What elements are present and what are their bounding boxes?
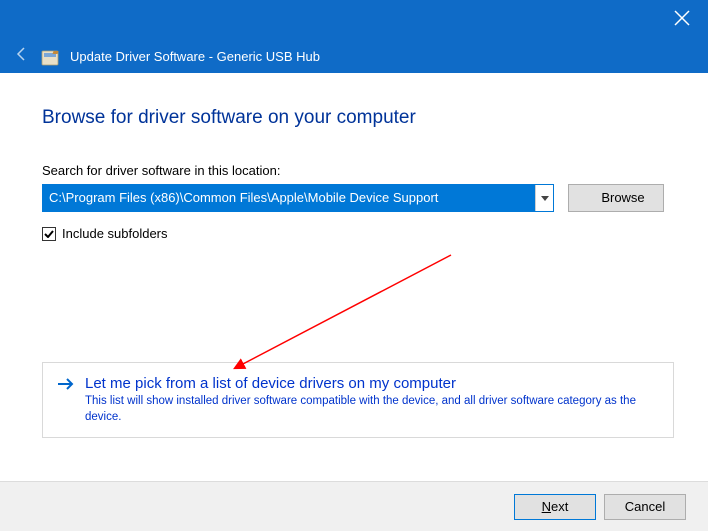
pick-from-list-option[interactable]: Let me pick from a list of device driver… [42, 362, 674, 438]
back-button[interactable] [14, 46, 30, 67]
search-location-label: Search for driver software in this locat… [42, 163, 666, 178]
browse-button[interactable]: Browse [568, 184, 664, 212]
path-combobox[interactable]: C:\Program Files (x86)\Common Files\Appl… [42, 184, 554, 212]
footer: Next Cancel [0, 481, 708, 531]
header-title: Update Driver Software - Generic USB Hub [70, 49, 320, 64]
include-subfolders-row[interactable]: Include subfolders [42, 226, 666, 241]
next-button[interactable]: Next [514, 494, 596, 520]
close-button[interactable] [674, 10, 690, 31]
page-title: Browse for driver software on your compu… [42, 107, 666, 129]
annotation-arrow [226, 250, 456, 380]
path-value[interactable]: C:\Program Files (x86)\Common Files\Appl… [43, 185, 535, 211]
path-row: C:\Program Files (x86)\Common Files\Appl… [42, 184, 666, 212]
next-button-rest: ext [551, 499, 568, 514]
path-dropdown-button[interactable] [535, 185, 553, 211]
back-arrow-icon [14, 46, 30, 62]
chevron-down-icon [541, 196, 549, 201]
disk-icon [40, 47, 60, 67]
content-area: Browse for driver software on your compu… [0, 73, 708, 241]
titlebar [0, 0, 708, 40]
wizard-header: Update Driver Software - Generic USB Hub [0, 40, 708, 73]
option-arrow-icon [57, 377, 75, 396]
next-button-accel: N [542, 499, 551, 514]
checkmark-icon [44, 230, 54, 238]
include-subfolders-label: Include subfolders [62, 226, 168, 241]
option-title: Let me pick from a list of device driver… [85, 375, 659, 392]
include-subfolders-checkbox[interactable] [42, 227, 56, 241]
cancel-button[interactable]: Cancel [604, 494, 686, 520]
close-icon [674, 10, 690, 26]
option-description: This list will show installed driver sof… [85, 394, 659, 425]
